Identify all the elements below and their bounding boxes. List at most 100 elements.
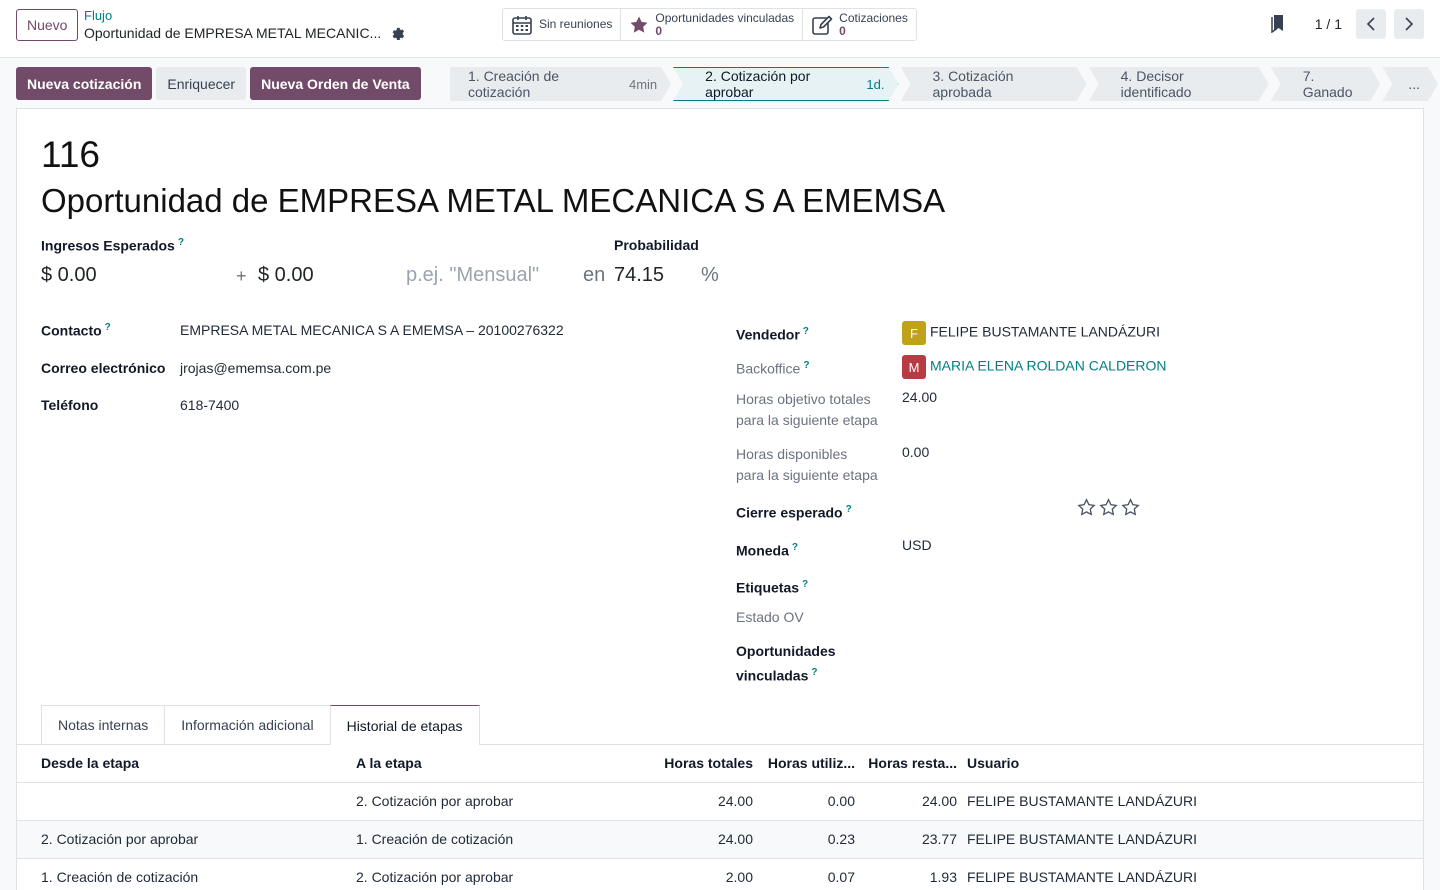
recurring-revenue-field[interactable]: $ 0.00 xyxy=(258,264,314,287)
linked-opportunities-field[interactable] xyxy=(902,641,1202,661)
help-icon[interactable]: ? xyxy=(811,667,817,678)
meetings-smart-button[interactable]: Sin reuniones xyxy=(503,9,622,40)
stage-more-button[interactable]: ... xyxy=(1382,67,1438,101)
email-label: Correo electrónico xyxy=(41,360,166,376)
recurring-plan-field[interactable]: p.ej. "Mensual" xyxy=(406,264,539,287)
pager-previous-button[interactable] xyxy=(1356,9,1386,39)
gear-icon[interactable] xyxy=(391,27,405,40)
bookmark-icon[interactable] xyxy=(1271,15,1285,33)
to-stage-cell: 2. Cotización por aprobar xyxy=(351,782,656,821)
tags-row: Etiquetas? xyxy=(736,574,1202,599)
linked-opportunities-smart-button[interactable]: Oportunidades vinculadas 0 xyxy=(621,9,804,40)
from-stage-cell: 1. Creación de cotización xyxy=(17,858,351,890)
help-icon[interactable]: ? xyxy=(802,579,808,590)
help-icon[interactable]: ? xyxy=(105,322,111,333)
so-status-label: Estado OV xyxy=(736,609,804,625)
probability-field[interactable]: 74.15 xyxy=(614,264,664,287)
control-panel: Nuevo Flujo Oportunidad de EMPRESA METAL… xyxy=(0,0,1440,58)
pager-next-button[interactable] xyxy=(1394,9,1424,39)
priority-widget xyxy=(1077,498,1140,517)
help-icon[interactable]: ? xyxy=(846,504,852,515)
table-header-row: Desde la etapa A la etapa Horas totales … xyxy=(17,745,1423,783)
so-status-row: Estado OV xyxy=(736,607,902,628)
tab-internal-notes[interactable]: Notas internas xyxy=(41,705,166,744)
user-cell: FELIPE BUSTAMANTE LANDÁZURI xyxy=(962,782,1423,821)
expected-revenue-field[interactable]: $ 0.00 xyxy=(41,264,97,287)
column-header-from-stage[interactable]: Desde la etapa xyxy=(17,745,351,783)
star-outline-icon[interactable] xyxy=(1077,498,1096,517)
column-header-remaining-hours[interactable]: Horas resta... xyxy=(860,745,962,783)
stage-quotation-approved[interactable]: 3. Cotización aprobada xyxy=(901,67,1087,101)
salesperson-field[interactable]: F FELIPE BUSTAMANTE LANDÁZURI xyxy=(902,321,1160,346)
tags-field[interactable] xyxy=(902,574,1202,594)
column-header-total-hours[interactable]: Horas totales xyxy=(656,745,758,783)
backoffice-row: Backoffice? M MARIA ELENA ROLDAN CALDERON xyxy=(736,355,1167,380)
edit-icon xyxy=(812,15,833,35)
help-icon[interactable]: ? xyxy=(792,542,798,553)
used-hours-cell: 0.00 xyxy=(758,782,860,821)
stage-label: 2. Cotización por aprobar xyxy=(705,68,811,100)
linked-opportunities-count: 0 xyxy=(655,24,663,38)
new-button[interactable]: Nuevo xyxy=(16,9,79,41)
stage-label: 3. Cotización aprobada xyxy=(932,68,1014,100)
star-outline-icon[interactable] xyxy=(1099,498,1118,517)
table-row[interactable]: 2. Cotización por aprobar 1. Creación de… xyxy=(17,820,1423,859)
salesperson-row: Vendedor? F FELIPE BUSTAMANTE LANDÁZURI xyxy=(736,321,1160,346)
table-row[interactable]: 2. Cotización por aprobar 24.00 0.00 24.… xyxy=(17,782,1423,821)
column-header-used-hours[interactable]: Horas utiliz... xyxy=(758,745,860,783)
salesperson-label: Vendedor? xyxy=(736,326,809,343)
contact-row: Contacto? EMPRESA METAL MECANICA S A EME… xyxy=(41,322,564,339)
phone-field[interactable]: 618-7400 xyxy=(180,397,239,413)
tab-additional-info[interactable]: Información adicional xyxy=(164,705,331,744)
help-icon[interactable]: ? xyxy=(803,326,809,337)
currency-label: Moneda? xyxy=(736,542,798,559)
help-icon[interactable]: ? xyxy=(803,360,809,371)
stage-label: ... xyxy=(1408,76,1420,92)
avatar: F xyxy=(902,321,926,345)
calendar-icon xyxy=(512,15,532,35)
pager: 1 / 1 xyxy=(1271,9,1424,39)
stage-statusbar: 1. Creación de cotización 4min 2. Cotizac… xyxy=(450,67,1440,101)
expected-closing-field[interactable] xyxy=(902,499,1052,519)
tags-label: Etiquetas? xyxy=(736,579,809,596)
meetings-label: Sin reuniones xyxy=(539,17,613,31)
phone-label: Teléfono xyxy=(41,397,99,413)
avatar: M xyxy=(902,355,926,379)
enrich-button[interactable]: Enriquecer xyxy=(156,67,247,100)
quotations-label: Cotizaciones xyxy=(839,11,908,25)
user-cell: FELIPE BUSTAMANTE LANDÁZURI xyxy=(962,820,1423,859)
stage-label: 1. Creación de cotización xyxy=(468,68,560,100)
remaining-hours-cell: 23.77 xyxy=(860,820,962,859)
phone-row: Teléfono 618-7400 xyxy=(41,397,239,413)
star-outline-icon[interactable] xyxy=(1121,498,1140,517)
new-sale-order-button[interactable]: Nueva Orden de Venta xyxy=(250,67,421,100)
stage-duration: 1d. xyxy=(866,76,885,92)
backoffice-field[interactable]: M MARIA ELENA ROLDAN CALDERON xyxy=(902,355,1167,380)
tab-stage-history[interactable]: Historial de etapas xyxy=(329,705,480,745)
contact-field[interactable]: EMPRESA METAL MECANICA S A EMEMSA – 2010… xyxy=(180,322,564,339)
form-sheet: 116 Oportunidad de EMPRESA METAL MECANIC… xyxy=(16,108,1424,890)
stage-decision-maker-identified[interactable]: 4. Decisor identificado xyxy=(1089,67,1269,101)
breadcrumb-parent-link[interactable]: Flujo xyxy=(84,8,404,24)
email-field[interactable]: jrojas@ememsa.com.pe xyxy=(180,360,331,376)
opportunity-name-field[interactable]: Oportunidad de EMPRESA METAL MECANICA S … xyxy=(41,179,945,223)
target-hours-field: 24.00 xyxy=(902,389,938,405)
stage-won[interactable]: 7. Ganado xyxy=(1271,67,1381,101)
total-hours-cell: 24.00 xyxy=(656,820,758,859)
remaining-hours-cell: 24.00 xyxy=(860,782,962,821)
currency-field[interactable]: USD xyxy=(902,537,932,562)
column-header-to-stage[interactable]: A la etapa xyxy=(351,745,656,783)
stage-duration: 4min xyxy=(628,76,658,92)
backoffice-label: Backoffice? xyxy=(736,360,810,377)
stage-label: 4. Decisor identificado xyxy=(1120,68,1192,100)
used-hours-cell: 0.07 xyxy=(758,858,860,890)
stage-quotation-creation[interactable]: 1. Creación de cotización 4min xyxy=(450,67,671,101)
quotations-smart-button[interactable]: Cotizaciones 0 xyxy=(803,9,916,40)
pager-value[interactable]: 1 / 1 xyxy=(1315,16,1342,32)
smart-buttons: Sin reuniones Oportunidades vinculadas 0 … xyxy=(502,8,917,41)
column-header-user[interactable]: Usuario xyxy=(962,745,1423,783)
table-row[interactable]: 1. Creación de cotización 2. Cotización … xyxy=(17,858,1423,890)
new-quotation-button[interactable]: Nueva cotización xyxy=(16,67,153,100)
stage-quotation-pending-approval[interactable]: 2. Cotización por aprobar 1d. xyxy=(673,67,898,101)
help-icon[interactable]: ? xyxy=(178,237,184,248)
